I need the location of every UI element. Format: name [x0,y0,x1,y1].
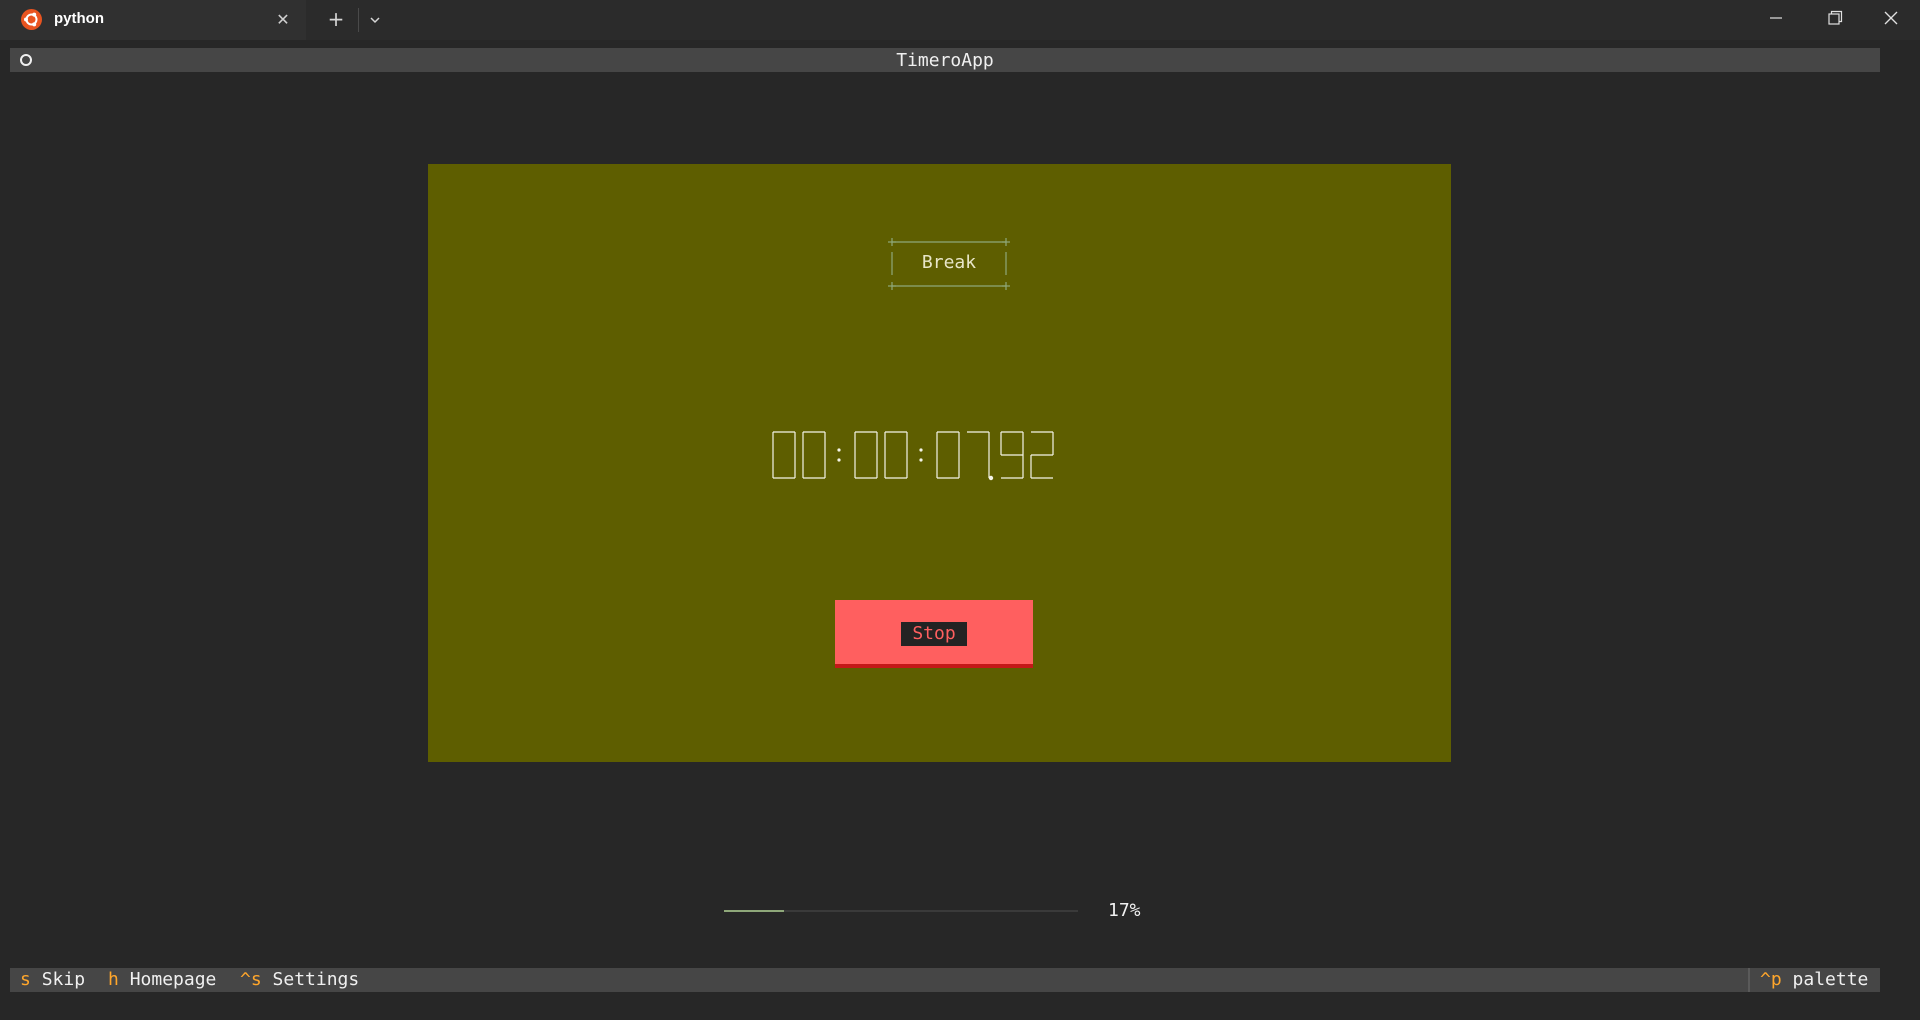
stop-button-label: Stop [901,622,967,646]
chevron-down-icon[interactable] [362,8,388,32]
timer-decimal-point [988,475,994,481]
timer-panel: Break Stop [428,164,1451,762]
footer-divider [1748,968,1750,992]
mode-box: Break [887,238,1011,290]
footer-palette[interactable]: ^p palette [1760,968,1868,992]
restore-icon[interactable] [1805,0,1863,40]
tab-close-icon[interactable]: ✕ [272,9,294,31]
tab-title: python [54,10,104,27]
progress-bar [724,910,1078,912]
key-palette: ^p [1760,969,1782,990]
label-settings: Settings [272,969,360,990]
timer-colon-dot [837,458,841,462]
terminal-area: TimeroApp Break Stop 17% s Skip h Homepa… [10,48,1880,992]
timer-colon-dot [919,458,923,462]
window-bottom [0,992,1920,1020]
footer-bar: s Skip h Homepage ^s Settings ^p palette [10,968,1880,992]
label-homepage: Homepage [129,969,217,990]
timer-colon-dot [837,448,841,452]
app-header: TimeroApp [10,48,1880,72]
key-settings: ^s [240,969,262,990]
progress-fill [724,910,785,912]
timer-seconds-digit [936,431,960,479]
key-skip: s [20,969,31,990]
timer-fraction-digit [1030,431,1054,479]
timer-hours-digit [802,431,826,479]
timer-seconds-digit [967,431,990,478]
mode-label: Break [921,252,977,273]
footer-homepage[interactable]: h Homepage [108,968,216,992]
new-tab-button[interactable]: + [323,8,349,32]
stop-button[interactable]: Stop [835,600,1033,668]
key-homepage: h [108,969,119,990]
footer-settings[interactable]: ^s Settings [240,968,359,992]
close-window-icon[interactable] [1862,0,1920,40]
terminal-scrollbar[interactable] [1880,48,1920,992]
label-skip: Skip [41,969,86,990]
ubuntu-icon [21,9,42,30]
label-palette: palette [1792,969,1869,990]
timer-minutes-digit [854,431,878,479]
footer-skip[interactable]: s Skip [20,968,85,992]
tab-divider [358,8,359,32]
timer-hours-digit [772,431,796,479]
window-titlebar: python ✕ + [0,0,1920,40]
minimize-icon[interactable] [1747,0,1805,40]
timer-display [771,428,1111,482]
timer-colon-dot [919,448,923,452]
terminal-tab[interactable]: python ✕ [0,0,306,40]
progress-percent: 17% [1108,900,1141,921]
timer-fraction-digit [1000,431,1024,479]
app-title: TimeroApp [896,50,994,71]
timer-minutes-digit [884,431,908,479]
